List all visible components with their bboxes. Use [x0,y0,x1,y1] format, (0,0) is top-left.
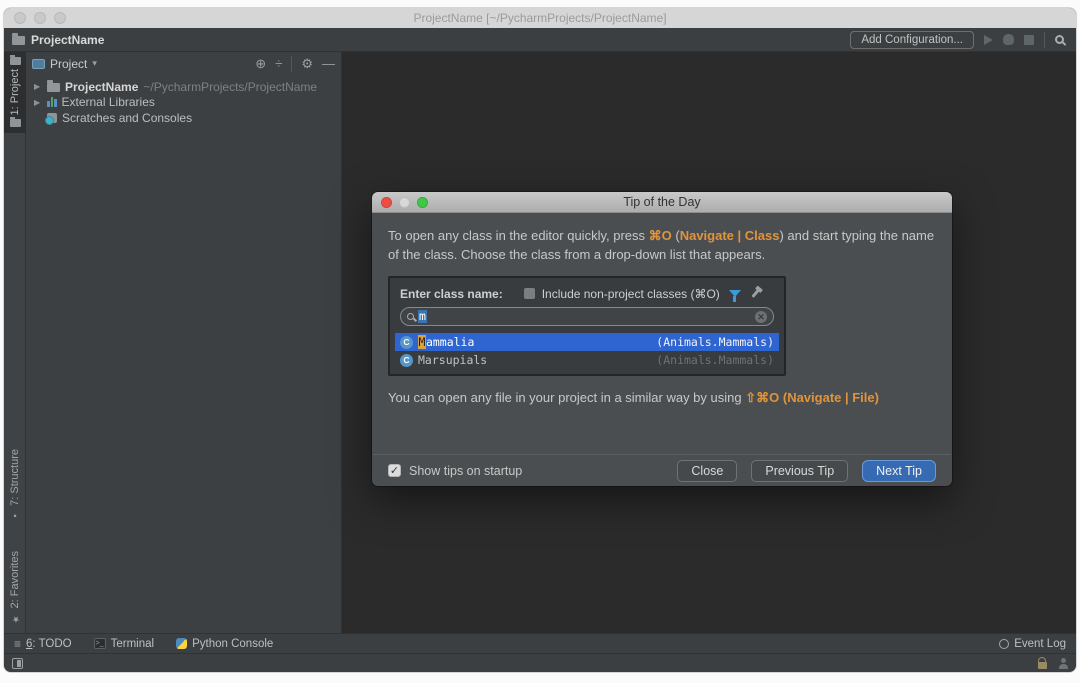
tree-root-name: ProjectName [65,80,138,94]
scratches-icon [47,113,57,123]
folder-icon [47,83,60,92]
tree-label: Scratches and Consoles [62,111,192,125]
header-divider [291,56,292,72]
next-tip-button[interactable]: Next Tip [862,460,936,482]
search-icon [407,313,414,320]
desktop: ProjectName [~/PycharmProjects/ProjectNa… [0,0,1080,683]
breadcrumb-project-name[interactable]: ProjectName [31,33,104,47]
structure-icon: ▪ [10,511,20,521]
terminal-label: Terminal [111,638,154,650]
class-qualifier: (Animals.Mammals) [656,353,774,367]
tool-window-bar: ≡ 6: TODO >_ Terminal Python Console Eve… [4,633,1076,653]
include-non-project-checkbox [524,288,535,299]
event-log-button[interactable]: Event Log [999,638,1066,650]
tree-row-project-root[interactable]: ▶ ProjectName ~/PycharmProjects/ProjectN… [26,79,341,95]
dialog-minimize-icon [399,197,410,208]
window-title: ProjectName [~/PycharmProjects/ProjectNa… [4,11,1076,25]
structure-tab-label: 7: Structure [9,449,21,506]
list-item-marsupials: C Marsupials (Animals.Mammals) [395,351,779,369]
clear-icon: ✕ [755,311,767,323]
status-bar [4,653,1076,672]
class-name: Marsupials [418,353,487,367]
todo-label: 6: TODO [26,638,72,650]
python-console-label: Python Console [192,638,273,650]
project-folder-icon [12,36,25,45]
project-view-icon [32,59,45,69]
class-suggestion-list: C Mammalia (Animals.Mammals) C Marsupial… [395,333,779,369]
project-tab-label: 1: Project [9,69,21,115]
class-icon: C [400,354,413,367]
close-button[interactable]: Close [677,460,737,482]
filter-icon [729,290,741,297]
tree-row-scratches[interactable]: ▶ Scratches and Consoles [26,110,341,126]
project-panel-header: Project ▾ ⊕ ÷ ⚙ — [26,52,341,75]
list-item-mammalia: C Mammalia (Animals.Mammals) [395,333,779,351]
previous-tip-button[interactable]: Previous Tip [751,460,848,482]
stop-icon[interactable] [1024,35,1034,45]
dialog-close-icon[interactable] [381,197,392,208]
window-titlebar: ProjectName [~/PycharmProjects/ProjectNa… [4,8,1076,28]
show-tips-label[interactable]: Show tips on startup [409,464,522,478]
project-tree: ▶ ProjectName ~/PycharmProjects/ProjectN… [26,75,341,126]
sidebar-tab-favorites[interactable]: ★ 2: Favorites [9,545,21,629]
locate-file-icon[interactable]: ⊕ [255,57,266,70]
class-qualifier: (Animals.Mammals) [656,335,774,349]
add-configuration-button[interactable]: Add Configuration... [850,31,974,49]
libraries-icon [47,97,57,107]
show-tips-checkbox[interactable]: ✓ [388,464,401,477]
sidebar-tab-structure[interactable]: ▪ 7: Structure [9,443,21,527]
debug-icon[interactable] [1003,34,1014,45]
tree-label: External Libraries [62,95,155,109]
project-tab-folder-icon [10,119,21,127]
lock-icon[interactable] [1038,662,1047,669]
project-view-selector[interactable]: Project [50,57,87,71]
ide-toolbar: ProjectName Add Configuration... [4,28,1076,52]
star-icon: ★ [10,613,20,623]
tip-intro-text: To open any class in the editor quickly,… [388,226,936,264]
collapse-all-icon[interactable]: ÷ [275,57,282,70]
class-name: Mammalia [418,335,474,349]
favorites-tab-label: 2: Favorites [9,551,21,608]
tree-root-path: ~/PycharmProjects/ProjectName [143,80,317,94]
event-log-icon [999,639,1009,649]
class-icon: C [400,336,413,349]
python-console-tool-button[interactable]: Python Console [176,638,273,650]
tip-outro-text: You can open any file in your project in… [388,388,936,407]
search-input-value: m [418,310,427,323]
dialog-title: Tip of the Day [372,195,952,209]
toggle-toolwindows-icon[interactable] [12,658,23,669]
run-icon[interactable] [984,35,993,45]
gear-icon[interactable]: ⚙ [301,57,313,70]
highlighting-level-icon[interactable] [1059,664,1068,669]
tip-of-the-day-dialog: Tip of the Day To open any class in the … [372,192,952,486]
sidebar-tab-project[interactable]: 1: Project [4,52,26,133]
event-log-label: Event Log [1014,638,1066,650]
project-tab-icon [10,57,21,65]
pin-icon [751,289,759,298]
todo-icon: ≡ [14,637,21,651]
terminal-tool-button[interactable]: >_ Terminal [94,638,154,650]
dialog-footer: ✓ Show tips on startup Close Previous Ti… [373,454,951,486]
python-icon [176,638,187,649]
search-everywhere-icon[interactable] [1055,35,1064,44]
tip-screenshot-panel: Enter class name: Include non-project cl… [388,276,786,376]
dialog-traffic-lights [381,197,428,208]
expand-arrow-icon[interactable]: ▶ [34,82,42,91]
include-non-project-label: Include non-project classes (⌘O) [542,287,720,301]
tree-row-external-libraries[interactable]: ▶ External Libraries [26,95,341,111]
expand-arrow-icon[interactable]: ▶ [34,98,42,107]
left-tool-stripe: 1: Project ▪ 7: Structure ★ 2: Favorites [4,52,26,633]
hide-panel-icon[interactable]: — [322,57,335,70]
class-search-field: m ✕ [400,307,774,326]
chevron-down-icon[interactable]: ▾ [92,58,97,69]
enter-class-name-label: Enter class name: [400,287,503,301]
navigation-bar[interactable]: ProjectName [12,33,104,47]
dialog-body: To open any class in the editor quickly,… [372,213,952,454]
dialog-zoom-icon[interactable] [417,197,428,208]
todo-tool-button[interactable]: ≡ 6: TODO [14,637,72,651]
dialog-titlebar: Tip of the Day [372,192,952,213]
toolbar-divider [1044,32,1045,48]
terminal-icon: >_ [94,638,106,649]
project-tool-window: Project ▾ ⊕ ÷ ⚙ — ▶ ProjectName [26,52,342,633]
